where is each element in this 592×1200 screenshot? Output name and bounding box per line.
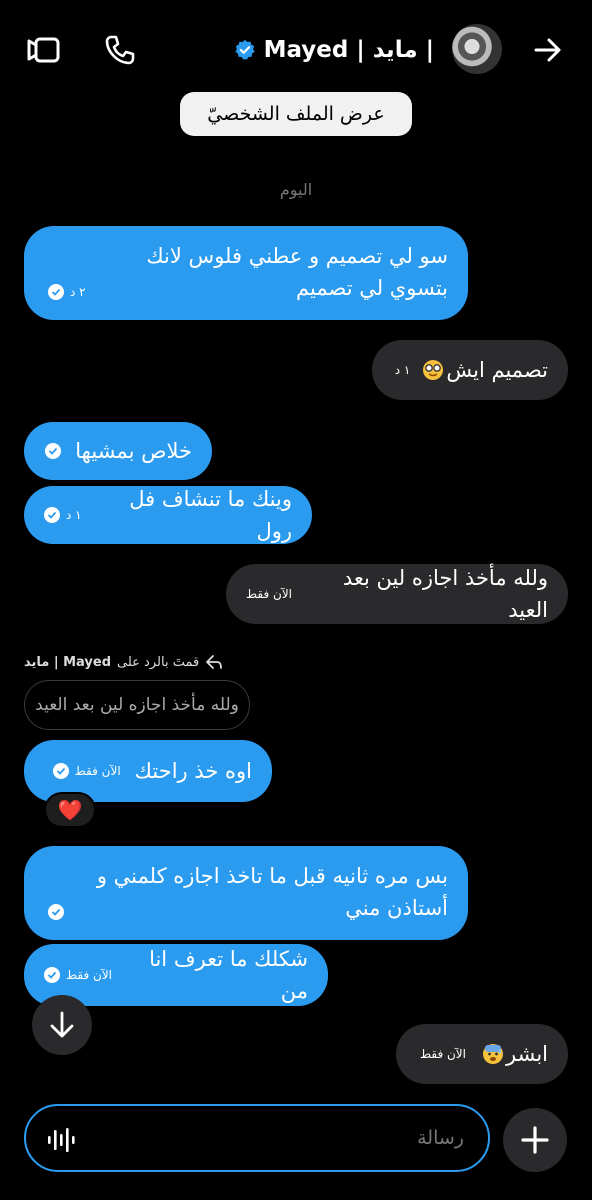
reply-header: قمتَ بالرد على Mayed | مايد bbox=[24, 650, 223, 674]
message-text: ابشر bbox=[506, 1042, 548, 1066]
message-time: الآن فقط bbox=[419, 1047, 466, 1061]
message-text: وينك ما تنشاف فل رول bbox=[129, 487, 292, 543]
message-text: سو لي تصميم و عطني فلوس لانك بتسوي لي تص… bbox=[146, 244, 448, 300]
message-text: ولله مأخذ اجازه لين بعد العيد bbox=[342, 566, 548, 622]
voice-wave-icon[interactable] bbox=[46, 1126, 76, 1154]
message-time: الآن فقط bbox=[74, 764, 121, 778]
message-time: ١ د bbox=[394, 363, 411, 377]
back-button[interactable] bbox=[526, 28, 570, 72]
verified-badge-icon bbox=[235, 39, 255, 60]
voice-call-button[interactable] bbox=[98, 28, 142, 72]
anxious-face-emoji bbox=[483, 1044, 503, 1064]
video-icon bbox=[27, 37, 60, 63]
message-bubble[interactable]: سو لي تصميم و عطني فلوس لانك بتسوي لي تص… bbox=[24, 226, 468, 320]
date-separator: اليوم bbox=[279, 180, 313, 199]
seen-check-icon bbox=[45, 443, 62, 459]
message-meta bbox=[45, 443, 62, 459]
chat-title[interactable]: Mayed | مايد | bbox=[234, 30, 434, 70]
reply-label: قمتَ بالرد على bbox=[117, 654, 200, 670]
message-text: بس مره ثانيه قبل ما تاخذ اجازه كلمني و أ… bbox=[96, 864, 448, 920]
reply-quote[interactable]: ولله مأخذ اجازه لين بعد العيد bbox=[24, 680, 250, 730]
message-meta: الآن فقط bbox=[44, 967, 112, 983]
message-composer bbox=[24, 1104, 490, 1172]
message-meta: الآن فقط bbox=[52, 763, 121, 779]
nerd-face-emoji bbox=[423, 360, 444, 380]
message-time: الآن فقط bbox=[66, 968, 113, 982]
video-call-button[interactable] bbox=[22, 28, 66, 72]
message-text: تصميم ايش bbox=[446, 358, 548, 382]
plus-icon bbox=[521, 1126, 549, 1154]
seen-check-icon bbox=[44, 507, 60, 523]
message-meta: ١ د bbox=[395, 363, 411, 377]
reply-name: Mayed | مايد bbox=[24, 654, 112, 670]
message-bubble[interactable]: ابشر الآن فقط bbox=[396, 1024, 568, 1084]
seen-check-icon bbox=[44, 967, 60, 983]
message-meta: الآن فقط bbox=[420, 1047, 466, 1061]
message-time: ٢ د bbox=[70, 285, 86, 299]
arrow-right-icon bbox=[534, 38, 561, 62]
seen-check-icon bbox=[48, 904, 64, 920]
message-meta bbox=[48, 904, 64, 920]
message-time: الآن فقط bbox=[246, 587, 293, 601]
phone-icon bbox=[105, 35, 135, 65]
message-meta: الآن فقط bbox=[246, 587, 292, 601]
avatar[interactable] bbox=[452, 24, 502, 74]
scroll-to-bottom-button[interactable] bbox=[32, 995, 92, 1055]
arrow-down-icon bbox=[50, 1011, 74, 1038]
seen-check-icon bbox=[52, 763, 69, 779]
chat-header: Mayed | مايد | bbox=[0, 0, 592, 98]
view-profile-button[interactable]: عرض الملف الشخصيّ bbox=[180, 92, 412, 136]
message-text: خلاص بمشيها bbox=[75, 439, 192, 463]
heart-reaction[interactable]: ❤️ bbox=[44, 792, 96, 828]
heart-icon: ❤️ bbox=[57, 798, 83, 822]
message-meta: ١ د bbox=[44, 507, 82, 523]
message-bubble[interactable]: خلاص بمشيها bbox=[24, 422, 212, 480]
message-meta: ٢ د bbox=[48, 284, 86, 300]
message-time: ١ د bbox=[66, 508, 82, 522]
message-bubble[interactable]: بس مره ثانيه قبل ما تاخذ اجازه كلمني و أ… bbox=[24, 846, 468, 940]
message-text: اوه خذ راحتك bbox=[134, 759, 252, 783]
add-attachment-button[interactable] bbox=[503, 1108, 567, 1172]
message-bubble[interactable]: ولله مأخذ اجازه لين بعد العيد الآن فقط bbox=[226, 564, 568, 624]
message-bubble[interactable]: وينك ما تنشاف فل رول ١ د bbox=[24, 486, 312, 544]
seen-check-icon bbox=[48, 284, 64, 300]
message-text: شكلك ما تعرف انا من bbox=[149, 947, 308, 1003]
reply-arrow-icon bbox=[206, 655, 223, 669]
message-input[interactable] bbox=[102, 1116, 464, 1160]
chat-title-text: Mayed | مايد | bbox=[263, 37, 434, 63]
message-bubble[interactable]: تصميم ايش ١ د bbox=[372, 340, 568, 400]
